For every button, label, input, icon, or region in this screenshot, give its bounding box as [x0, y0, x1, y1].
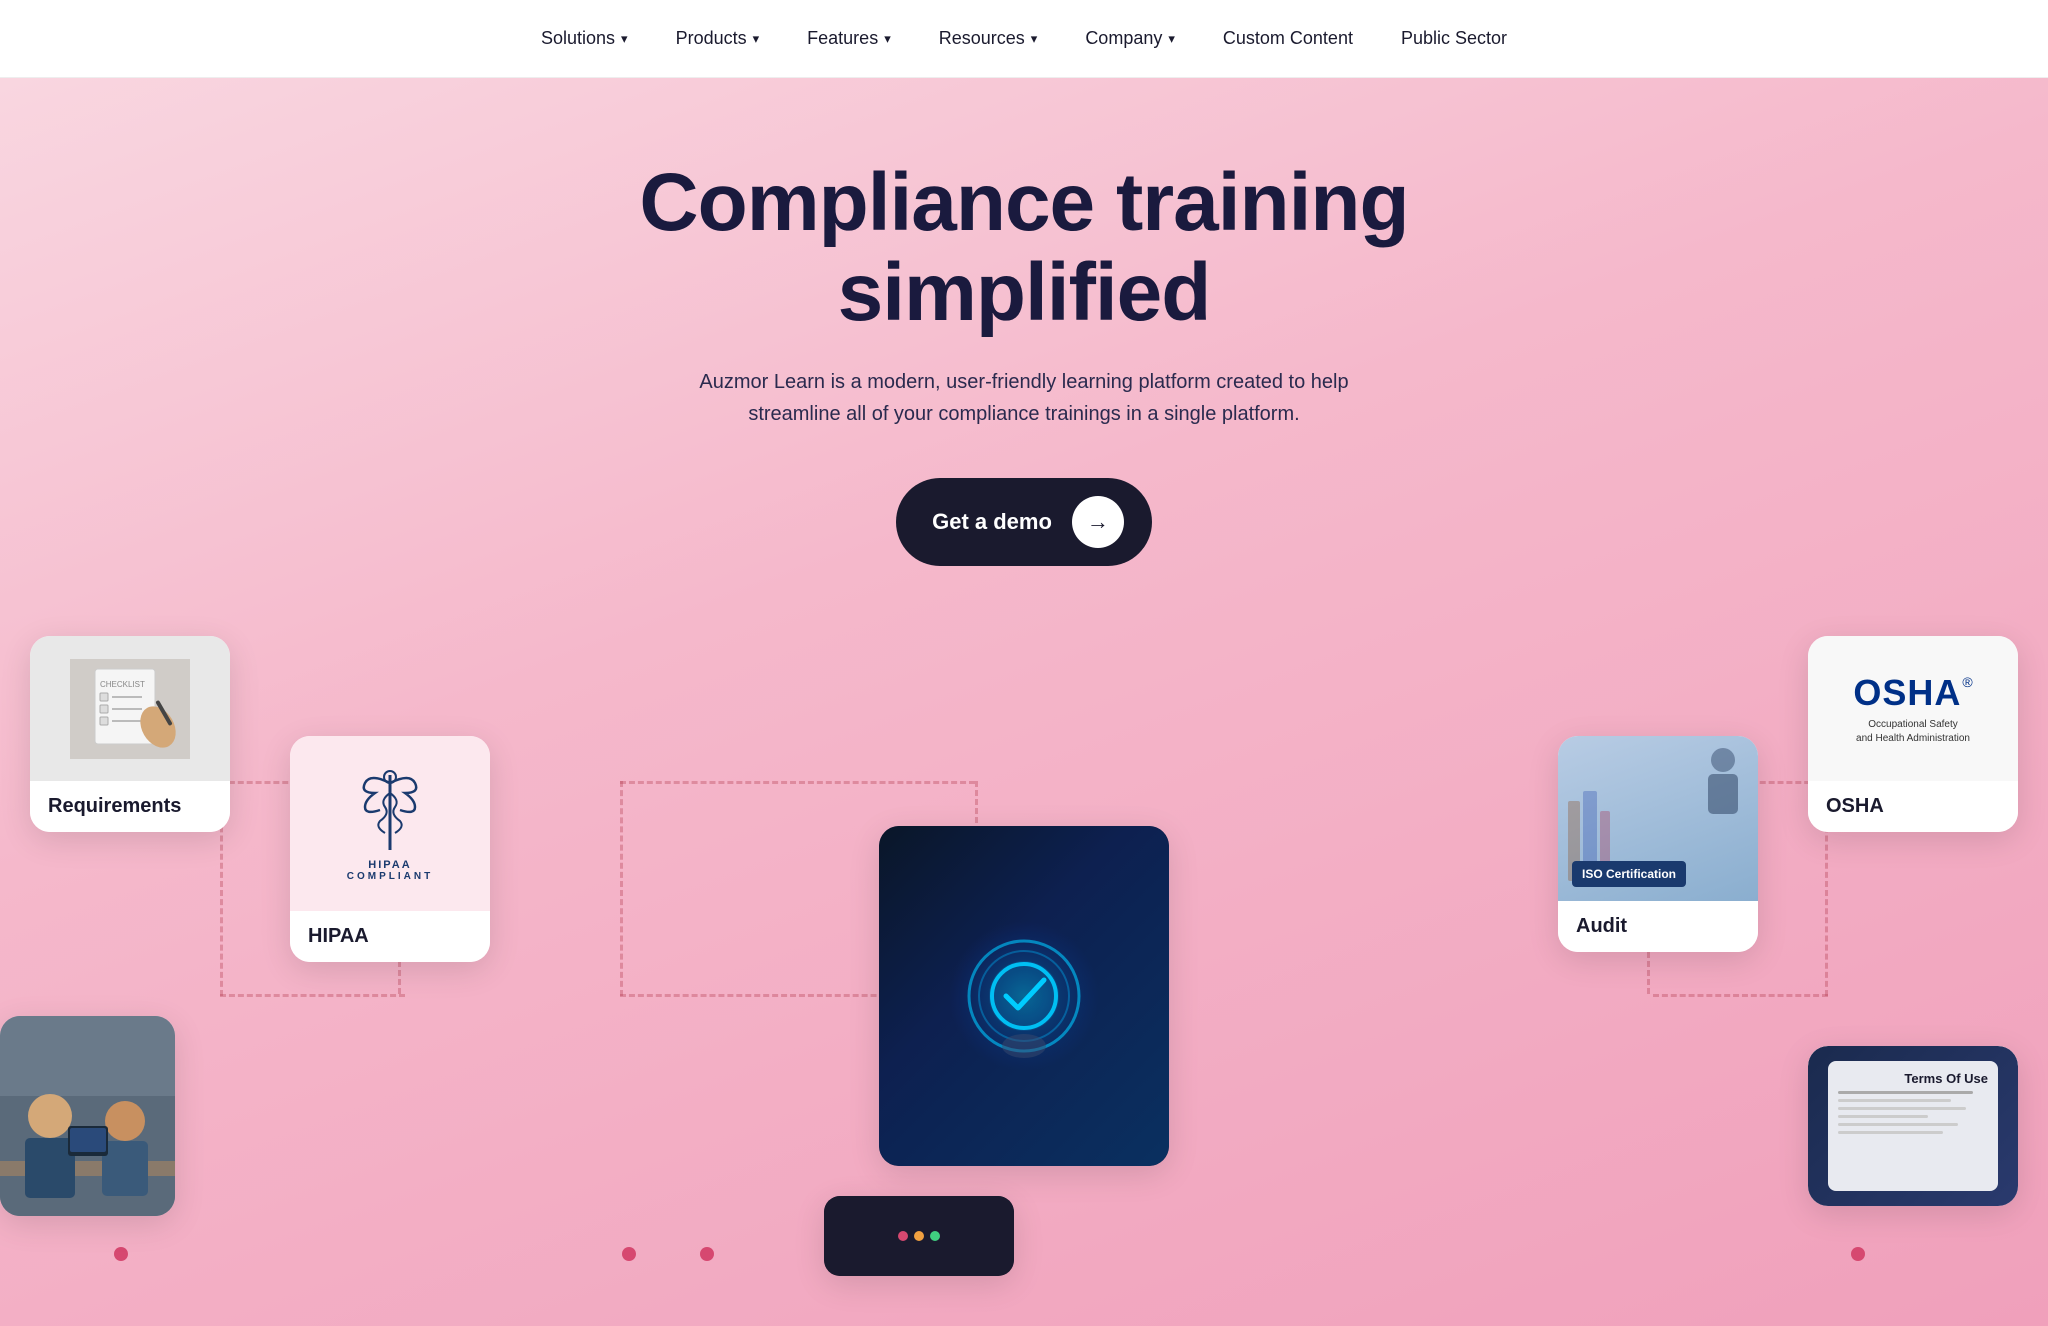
hipaa-badge-text: HIPAA [368, 859, 411, 871]
chevron-down-icon: ▾ [621, 31, 628, 47]
hero-title: Compliance training simplified [574, 158, 1474, 338]
checklist-image: CHECKLIST [70, 659, 190, 759]
connector-dot [622, 1247, 636, 1261]
svg-text:CHECKLIST: CHECKLIST [100, 680, 145, 689]
nav-company-label: Company [1085, 28, 1162, 49]
chevron-down-icon: ▾ [884, 31, 891, 47]
connector-line [220, 994, 405, 997]
person-silhouette [1698, 746, 1748, 826]
nav-public-sector[interactable]: Public Sector [1401, 28, 1507, 49]
navigation: Solutions ▾ Products ▾ Features ▾ Resour… [0, 0, 2048, 78]
person-card [0, 1016, 175, 1216]
nav-features-label: Features [807, 28, 878, 49]
connector-dot [1851, 1247, 1865, 1261]
nav-solutions[interactable]: Solutions ▾ [541, 28, 628, 49]
shield-check-icon [944, 916, 1104, 1076]
arrow-circle-icon: → [1072, 496, 1124, 548]
osha-sub-line1: Occupational Safetyand Health Administra… [1856, 718, 1970, 746]
osha-label: OSHA [1808, 781, 2018, 832]
chevron-down-icon: ▾ [1168, 31, 1175, 47]
center-compliance-card [879, 826, 1169, 1166]
osha-card: OSHA ® Occupational Safetyand Health Adm… [1808, 636, 2018, 832]
requirements-card: CHECKLIST Requirements [30, 636, 230, 832]
terms-title: Terms Of Use [1838, 1071, 1988, 1086]
caduceus-icon [350, 765, 430, 855]
hipaa-badge-sub: COMPLIANT [347, 871, 433, 882]
connector-line [620, 781, 975, 784]
nav-solutions-label: Solutions [541, 28, 615, 49]
nav-products[interactable]: Products ▾ [676, 28, 760, 49]
nav-public-sector-label: Public Sector [1401, 28, 1507, 49]
nav-company[interactable]: Company ▾ [1085, 28, 1175, 49]
arrow-right-icon: → [1087, 509, 1109, 535]
osha-logo-text: OSHA [1853, 672, 1961, 714]
nav-custom-content-label: Custom Content [1223, 28, 1353, 49]
connector-dot [700, 1247, 714, 1261]
audit-label: Audit [1558, 901, 1758, 952]
hero-subtitle: Auzmor Learn is a modern, user-friendly … [684, 366, 1364, 430]
nav-resources[interactable]: Resources ▾ [939, 28, 1038, 49]
people-meeting-image [0, 1016, 175, 1216]
hipaa-label: HIPAA [290, 911, 490, 962]
connector-line [1653, 994, 1828, 997]
connector-line [620, 781, 623, 996]
nav-custom-content[interactable]: Custom Content [1223, 28, 1353, 49]
chevron-down-icon: ▾ [1031, 31, 1038, 47]
get-demo-button[interactable]: Get a demo → [896, 478, 1152, 566]
audit-card: ISO Certification Audit [1558, 736, 1758, 952]
compliance-cards-area: CHECKLIST Requirements [0, 626, 2048, 1326]
connector-dot [114, 1247, 128, 1261]
cta-label: Get a demo [932, 509, 1052, 535]
nav-products-label: Products [676, 28, 747, 49]
nav-features[interactable]: Features ▾ [807, 28, 891, 49]
bottom-dark-card [824, 1196, 1014, 1276]
hipaa-card: HIPAA COMPLIANT HIPAA [290, 736, 490, 962]
chevron-down-icon: ▾ [753, 31, 760, 47]
iso-label: ISO Certification [1572, 861, 1686, 887]
nav-resources-label: Resources [939, 28, 1025, 49]
hero-section: Compliance training simplified Auzmor Le… [0, 78, 2048, 1326]
terms-card: Terms Of Use [1808, 1046, 2018, 1206]
osha-registered-icon: ® [1962, 674, 1972, 690]
requirements-label: Requirements [30, 781, 230, 832]
